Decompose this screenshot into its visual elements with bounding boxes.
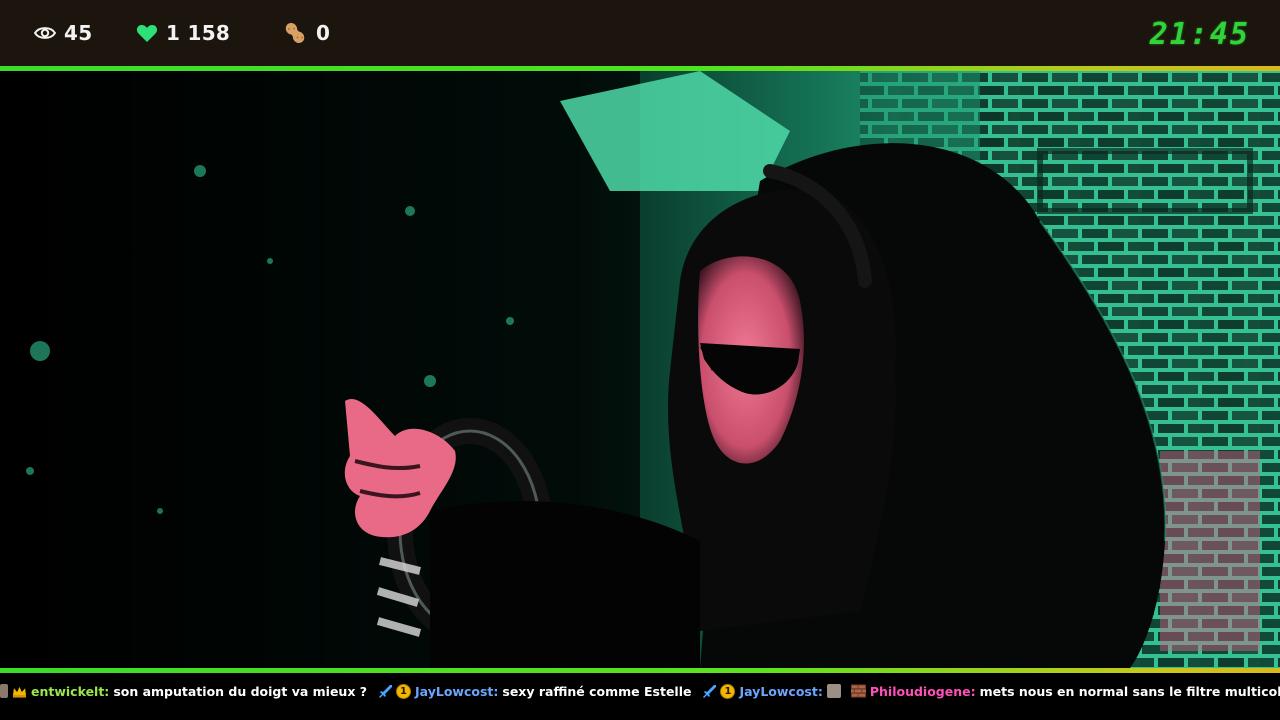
chat-username[interactable]: JayLowcost: — [415, 684, 498, 699]
stylized-camera-image — [0, 71, 1280, 668]
brick-icon — [850, 684, 866, 699]
chat-message: entwickelt: son amputation du doigt va m… — [0, 684, 367, 699]
chat-message: Philoudiogene: mets nous en normal sans … — [850, 683, 1280, 699]
heart-count-value: 1 158 — [166, 21, 231, 45]
viewer-count-value: 45 — [64, 21, 93, 45]
chat-text: sexy raffiné comme Estelle — [502, 683, 692, 699]
sword-icon — [701, 684, 717, 699]
coin-icon: 1 — [396, 683, 411, 699]
user-avatar — [0, 684, 8, 698]
peanut-icon — [282, 20, 308, 46]
chat-text: son amputation du doigt va mieux ? — [113, 683, 367, 699]
viewer-count: 45 — [34, 0, 92, 66]
sword-icon — [377, 684, 392, 699]
chat-username[interactable]: entwickelt: — [31, 684, 109, 699]
peanut-count: 0 — [282, 0, 330, 66]
stats-bar: 45 1 158 0 21:45 — [0, 0, 1280, 66]
eye-icon — [34, 25, 56, 41]
chat-ticker-track: entwickelt: son amputation du doigt va m… — [0, 681, 1280, 701]
chat-username[interactable]: JayLowcost: — [739, 684, 822, 699]
peanut-count-value: 0 — [316, 21, 331, 45]
emote-icon — [826, 684, 841, 698]
stream-clock: 21:45 — [1149, 16, 1250, 52]
coin-icon: 1 — [720, 683, 736, 699]
chat-username[interactable]: Philoudiogene: — [870, 684, 976, 699]
chat-ticker: entwickelt: son amputation du doigt va m… — [0, 673, 1280, 720]
crown-icon — [12, 684, 27, 699]
chat-text: mets nous en normal sans le filtre multi… — [979, 683, 1280, 699]
chat-message: 1 JayLowcost: sexy raffiné comme Estelle — [377, 683, 692, 699]
heart-icon — [136, 23, 158, 43]
chat-message: 1 JayLowcost: — [701, 683, 841, 699]
heart-count: 1 158 — [136, 0, 230, 66]
video-feed — [0, 71, 1280, 668]
